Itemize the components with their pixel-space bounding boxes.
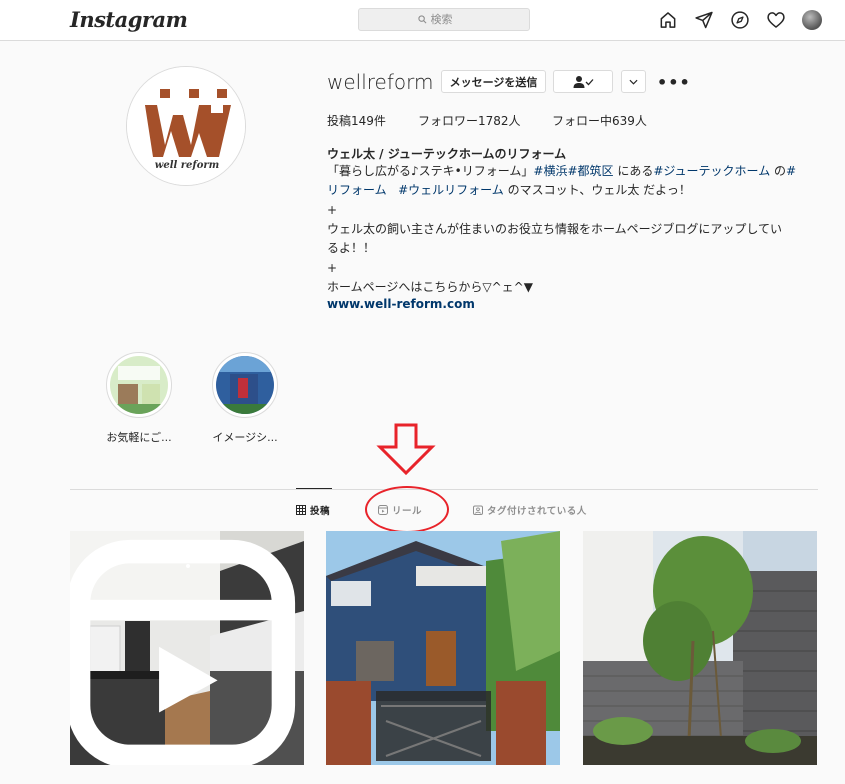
tagged-icon: [473, 505, 483, 515]
tab-label: 投稿: [310, 506, 331, 517]
highlight-cover: [110, 356, 168, 414]
home-icon[interactable]: [657, 9, 679, 31]
search-box[interactable]: [358, 8, 530, 31]
explore-icon[interactable]: [729, 9, 751, 31]
top-nav-bar: Instagram: [0, 0, 845, 41]
profile-avatar[interactable]: [801, 9, 823, 31]
post-thumbnail[interactable]: [326, 531, 560, 765]
bio-text: の: [770, 164, 787, 178]
bio-full-name: ウェル太 / ジューテックホームのリフォーム: [327, 147, 567, 161]
highlight-ring: [212, 352, 278, 418]
story-highlight[interactable]: お気軽にご...: [99, 352, 179, 445]
avatar-logo-text: well reform: [155, 160, 220, 171]
following-button[interactable]: [553, 70, 613, 93]
profile-username: wellreform: [327, 70, 434, 94]
hashtag-link[interactable]: #: [786, 164, 796, 178]
hashtag-link[interactable]: #ジューテックホーム: [653, 164, 770, 178]
tab-posts[interactable]: 投稿: [296, 503, 330, 517]
send-message-button[interactable]: メッセージを送信: [441, 70, 546, 93]
hashtag-link[interactable]: リフォーム: [327, 183, 387, 197]
suggested-accounts-button[interactable]: [621, 70, 646, 93]
bio-line-7: ホームページへはこちらから▽^ェ^▼: [327, 280, 533, 294]
hashtag-link[interactable]: #都筑区: [567, 164, 613, 178]
heart-icon[interactable]: [765, 9, 787, 31]
highlight-ring: [106, 352, 172, 418]
red-arrow-annotation: [376, 423, 436, 476]
person-check-icon: [573, 75, 594, 88]
bio-text: のマスコット、ウェル太 だよっ！: [503, 183, 691, 197]
bio-line-5: るよ！！: [327, 241, 376, 255]
post-image-house: [326, 531, 560, 765]
highlight-cover: [216, 356, 274, 414]
profile-avatar-large[interactable]: well reform: [126, 66, 246, 186]
grid-icon: [296, 505, 306, 515]
highlight-label: イメージシ...: [212, 431, 278, 444]
search-icon: [417, 15, 426, 24]
search-input[interactable]: [430, 13, 471, 26]
bio-text: 「暮らし広がる♪ステキ•リフォーム」: [327, 164, 534, 178]
direct-icon[interactable]: [693, 9, 715, 31]
tab-label: タグ付けされている人: [487, 506, 587, 517]
well-reform-logo: well reform: [127, 67, 245, 185]
active-tab-indicator: [296, 488, 332, 489]
bio-website-link[interactable]: www.well-reform.com: [327, 297, 475, 311]
chevron-down-icon: [629, 79, 638, 85]
bio-line-4: ウェル太の飼い主さんが住まいのお役立ち情報をホームページブログにアップしてい: [327, 222, 783, 236]
tabs-divider: [70, 489, 818, 490]
red-circle-annotation: [365, 486, 449, 533]
bio-line-2: リフォーム #ウェルリフォーム のマスコット、ウェル太 だよっ！: [327, 181, 691, 200]
bio-text: にある: [613, 164, 654, 178]
story-highlight[interactable]: イメージシ...: [205, 352, 285, 445]
highlight-label: お気軽にご...: [106, 431, 172, 444]
bio-line-1: 「暮らし広がる♪ステキ•リフォーム」#横浜#都筑区 にある#ジューテックホーム …: [327, 162, 796, 181]
hashtag-link[interactable]: #ウェルリフォーム: [398, 183, 504, 197]
more-dots-icon[interactable]: •••: [657, 73, 691, 92]
bio-line-6: +: [327, 261, 338, 275]
followers-count[interactable]: フォロワー1782人: [418, 112, 521, 129]
hashtag-link[interactable]: #横浜: [533, 164, 567, 178]
post-image-garden: [583, 531, 817, 765]
instagram-logo[interactable]: Instagram: [70, 7, 188, 32]
post-thumbnail[interactable]: [583, 531, 817, 765]
posts-count: 投稿149件: [327, 114, 386, 128]
avatar: [802, 10, 822, 30]
tab-tagged[interactable]: タグ付けされている人: [473, 503, 587, 517]
post-thumbnail[interactable]: [70, 531, 304, 765]
reel-badge-icon: [70, 539, 296, 765]
bio-line-3: +: [327, 203, 338, 217]
nav-icons: [657, 9, 823, 31]
following-count[interactable]: フォロー中639人: [552, 112, 647, 129]
